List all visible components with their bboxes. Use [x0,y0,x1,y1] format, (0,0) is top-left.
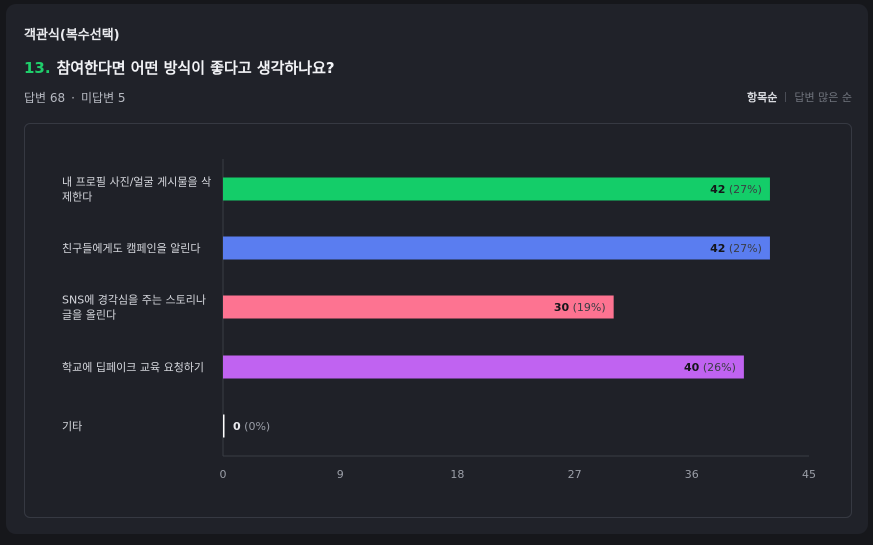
question-text: 참여한다면 어떤 방식이 좋다고 생각하나요? [56,59,335,77]
bar-value-label: 42 (27%) [710,242,762,255]
category-label: SNS에 경각심을 주는 스토리나 글을 올린다 [62,294,206,322]
bar [223,414,225,438]
bar [223,177,770,201]
bar-value-label: 30 (19%) [554,301,606,314]
question-card: 객관식(복수선택) 13. 참여한다면 어떤 방식이 좋다고 생각하나요? 답변 … [6,4,868,534]
count-separator: · [71,91,75,105]
sort-divider [785,92,787,102]
x-tick-label: 18 [450,468,464,481]
sort-by-item-button[interactable]: 항목순 [747,91,777,104]
unanswered-count: 미답변 5 [81,91,126,105]
chart-panel: 0 9 18 27 36 45 내 프로필 사진/얼굴 게시물을 삭 제한다 42 (27%) 친… [24,123,852,518]
bar-value-label: 0 (0%) [233,420,270,433]
bar [223,236,770,260]
x-tick-label: 36 [685,468,699,481]
bar-chart: 0 9 18 27 36 45 내 프로필 사진/얼굴 게시물을 삭 제한다 42 (27%) 친… [62,159,816,481]
x-tick-label: 27 [568,468,582,481]
category-label: 친구들에게도 캠페인을 알린다 [62,241,201,255]
question-title: 13. 참여한다면 어떤 방식이 좋다고 생각하나요? [24,57,335,78]
question-type-label: 객관식(복수선택) [24,28,120,43]
category-label: 학교에 딥페이크 교육 요청하기 [62,360,204,374]
sort-by-most-answers-button[interactable]: 답변 많은 순 [794,91,852,104]
category-label: 내 프로필 사진/얼굴 게시물을 삭 제한다 [62,175,211,204]
answered-count: 답변 68 [24,91,66,105]
bar-value-label: 40 (26%) [684,361,736,374]
x-tick-label: 45 [802,468,816,481]
question-number: 13. [24,59,51,77]
response-counts: 답변 68 · 미답변 5 [24,89,126,106]
x-tick-label: 9 [337,468,344,481]
bar-value-label: 42 (27%) [710,183,762,196]
sort-toggle: 항목순 답변 많은 순 [747,89,852,105]
bar [223,355,744,379]
x-tick-label: 0 [220,468,227,481]
category-label: 기타 [62,420,82,433]
